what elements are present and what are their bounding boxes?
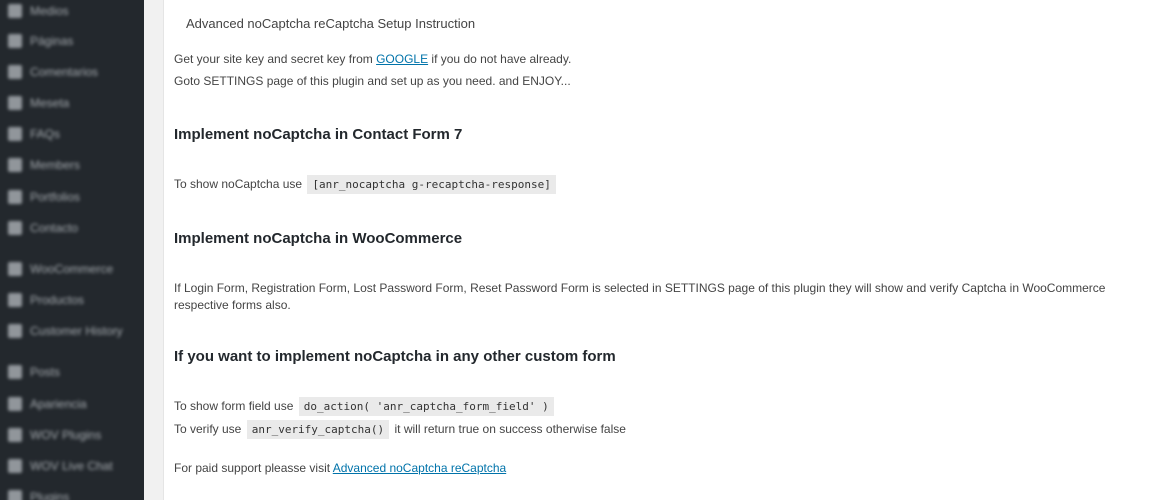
sidebar-item-label: Medios <box>30 4 69 18</box>
custom-verify-instruction: To verify use anr_verify_captcha() it wi… <box>174 420 626 439</box>
sidebar-item-label: FAQs <box>30 127 61 141</box>
comments-icon <box>8 65 22 79</box>
sidebar-item-label: Páginas <box>30 34 74 48</box>
sidebar-item[interactable]: Páginas <box>0 30 144 52</box>
sidebar-item-label: WooCommerce <box>30 262 114 276</box>
sidebar-item[interactable]: WOV Plugins <box>0 424 144 446</box>
custom-verify-post: it will return true on success otherwise… <box>394 422 626 436</box>
support-line: For paid support pleasse visit Advanced … <box>174 461 506 475</box>
sidebar-item[interactable]: FAQs <box>0 123 144 145</box>
custom-form-heading: If you want to implement noCaptcha in an… <box>174 348 616 365</box>
sidebar-item-label: Contacto <box>30 221 79 235</box>
support-text: For paid support pleasse visit <box>174 461 333 475</box>
sidebar-item-label: Portfolios <box>30 190 81 204</box>
sidebar-item[interactable]: Plugins <box>0 486 144 500</box>
custom-show-instruction: To show form field use do_action( 'anr_c… <box>174 397 556 416</box>
sidebar-item-label: Plugins <box>30 490 70 500</box>
intro-line-2: Goto SETTINGS page of this plugin and se… <box>174 74 571 88</box>
sidebar-item-label: Comentarios <box>30 65 99 79</box>
sidebar-item[interactable]: Medios <box>0 0 144 22</box>
products-icon <box>8 293 22 307</box>
custom-show-code: do_action( 'anr_captcha_form_field' ) <box>298 397 554 416</box>
chat-icon <box>8 459 22 473</box>
sidebar-item[interactable]: Meseta <box>0 92 144 114</box>
sidebar-item[interactable]: Comentarios <box>0 61 144 83</box>
intro-text: Get your site key and secret key from <box>174 52 377 66</box>
woo-heading: Implement noCaptcha in WooCommerce <box>174 230 463 247</box>
custom-verify-text: To verify use <box>174 422 242 436</box>
sidebar-item-label: Posts <box>30 365 61 379</box>
contact-icon <box>8 221 22 235</box>
sidebar-item-label: WOV Plugins <box>30 428 102 442</box>
members-icon <box>8 158 22 172</box>
sidebar-item[interactable]: Portfolios <box>0 186 144 208</box>
woo-description: If Login Form, Registration Form, Lost P… <box>174 281 1106 312</box>
google-link[interactable]: GOOGLE <box>376 52 428 66</box>
cf7-shortcode: [anr_nocaptcha g-recaptcha-response] <box>307 175 556 194</box>
faq-icon <box>8 127 22 141</box>
sidebar-item[interactable]: Customer History <box>0 320 144 342</box>
media-icon <box>8 4 22 18</box>
appearance-icon <box>8 397 22 411</box>
pages-icon <box>8 34 22 48</box>
sidebar-item[interactable]: Posts <box>0 361 144 383</box>
portfolio-icon <box>8 96 22 110</box>
sidebar-item[interactable]: Productos <box>0 289 144 311</box>
intro-line-1: Get your site key and secret key from GO… <box>174 52 571 66</box>
sidebar-item[interactable]: WOV Live Chat <box>0 455 144 477</box>
sidebar-item-label: Members <box>30 158 81 172</box>
content-panel: Advanced noCaptcha reCaptcha Setup Instr… <box>163 0 1170 500</box>
sidebar-item-label: WOV Live Chat <box>30 459 113 473</box>
cf7-instruction: To show noCaptcha use [anr_nocaptcha g-r… <box>174 175 558 194</box>
admin-sidebar: Medios Páginas Comentarios Meseta FAQs Member… <box>0 0 144 500</box>
sidebar-item[interactable]: Contacto <box>0 217 144 239</box>
cf7-heading: Implement noCaptcha in Contact Form 7 <box>174 126 463 143</box>
sidebar-item-label: Meseta <box>30 96 70 110</box>
section-title: Advanced noCaptcha reCaptcha Setup Instr… <box>186 16 476 31</box>
sidebar-item-label: Customer History <box>30 324 123 338</box>
portfolio-icon <box>8 190 22 204</box>
sidebar-item[interactable]: Apariencia <box>0 393 144 415</box>
sidebar-item-label: Apariencia <box>30 397 87 411</box>
plugins-icon <box>8 428 22 442</box>
woocommerce-icon <box>8 262 22 276</box>
support-link[interactable]: Advanced noCaptcha reCaptcha <box>333 461 506 475</box>
plugins-icon <box>8 490 22 500</box>
custom-verify-code: anr_verify_captcha() <box>246 420 390 439</box>
intro-text-post: if you do not have already. <box>428 52 572 66</box>
sidebar-item[interactable]: Members <box>0 154 144 176</box>
sidebar-item[interactable]: WooCommerce <box>0 258 144 280</box>
custom-show-text: To show form field use <box>174 399 294 413</box>
posts-icon <box>8 365 22 379</box>
history-icon <box>8 324 22 338</box>
sidebar-item-label: Productos <box>30 293 85 307</box>
cf7-text: To show noCaptcha use <box>174 177 303 191</box>
